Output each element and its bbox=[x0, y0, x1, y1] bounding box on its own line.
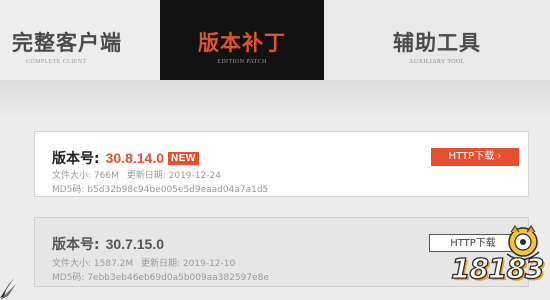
tab-auxiliary-tool-subtitle: AUXILIARY TOOL bbox=[409, 59, 465, 65]
update-date: 更新日期: 2019-12-10 bbox=[141, 259, 236, 269]
file-meta: 文件大小: 766M 更新日期: 2019-12-24 bbox=[52, 170, 221, 182]
tab-auxiliary-tool[interactable]: 辅助工具 AUXILIARY TOOL bbox=[324, 0, 550, 80]
new-badge: NEW bbox=[168, 152, 199, 165]
file-size: 文件大小: 766M bbox=[52, 171, 119, 181]
tab-bar: 完整客户端 COMPLETE CLIENT 版本补丁 EDITION PATCH… bbox=[0, 0, 550, 80]
watermark-logo: 18183 bbox=[447, 222, 547, 298]
version-label: 版本号: bbox=[52, 151, 100, 167]
file-size: 文件大小: 1587.2M bbox=[52, 259, 134, 269]
version-number: 30.8.14.0 bbox=[105, 150, 164, 166]
version-number: 30.7.15.0 bbox=[105, 236, 164, 252]
tab-auxiliary-tool-title: 辅助工具 bbox=[393, 31, 481, 55]
decorative-brush-icon bbox=[0, 278, 16, 300]
md5-hash: MD5码: b5d32b98c94be005e5d9eaad04a7a1d5 bbox=[52, 185, 269, 195]
tab-edition-patch-subtitle: EDITION PATCH bbox=[217, 59, 267, 65]
version-label: 版本号: bbox=[52, 237, 100, 253]
tab-edition-patch[interactable]: 版本补丁 EDITION PATCH bbox=[160, 0, 324, 80]
tab-complete-client-title: 完整客户端 bbox=[12, 31, 122, 55]
tab-edition-patch-title: 版本补丁 bbox=[198, 31, 286, 55]
header-divider-band bbox=[0, 80, 550, 120]
file-meta: 文件大小: 1587.2M 更新日期: 2019-12-10 bbox=[52, 258, 235, 270]
update-date: 更新日期: 2019-12-24 bbox=[126, 171, 221, 181]
version-row: 版本号: 30.7.15.0 bbox=[52, 234, 164, 254]
watermark-logo-text: 18183 bbox=[450, 251, 545, 285]
version-card-current: 版本号: 30.8.14.0 NEW 文件大小: 766M 更新日期: 2019-1… bbox=[34, 131, 529, 197]
md5-hash: MD5码: 7ebb3eb46eb69d0a5b009aa382597e8e bbox=[52, 273, 269, 283]
version-row: 版本号: 30.8.14.0 NEW bbox=[52, 148, 199, 168]
tab-complete-client-subtitle: COMPLETE CLIENT bbox=[26, 59, 87, 65]
http-download-button[interactable]: HTTP下载 › bbox=[431, 148, 519, 166]
tab-complete-client[interactable]: 完整客户端 COMPLETE CLIENT bbox=[0, 0, 160, 80]
